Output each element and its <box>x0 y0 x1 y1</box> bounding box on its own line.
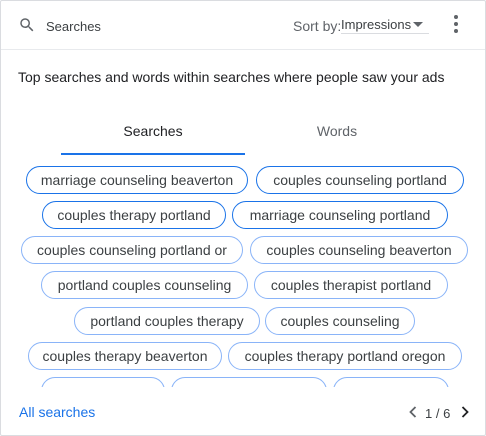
chevron-right-icon[interactable] <box>458 405 472 419</box>
chip[interactable] <box>41 377 165 387</box>
chip[interactable]: couples counseling portland <box>256 166 464 194</box>
chip[interactable]: couples therapy portland <box>42 201 226 229</box>
chip[interactable]: couples therapist portland <box>254 271 448 299</box>
chip[interactable]: portland couples counseling <box>41 271 248 299</box>
searches-card: Searches Sort by: Impressions Top search… <box>0 0 486 436</box>
chip[interactable]: couples therapy portland oregon <box>228 342 462 370</box>
search-chips: marriage counseling beaverton couples co… <box>1 161 485 387</box>
chip[interactable]: marriage counseling beaverton <box>26 166 248 194</box>
chip[interactable]: couples counseling portland or <box>21 236 243 264</box>
tab-words[interactable]: Words <box>245 115 429 155</box>
chip[interactable]: couples counseling <box>265 307 415 335</box>
chip[interactable]: couples therapy beaverton <box>28 342 222 370</box>
sort-by-label: Sort by: <box>293 18 342 34</box>
more-vert-icon[interactable] <box>449 15 463 37</box>
chip[interactable]: couples counseling beaverton <box>250 236 468 264</box>
chip[interactable] <box>333 377 449 387</box>
card-description: Top searches and words within searches w… <box>18 69 445 85</box>
card-header: Searches Sort by: Impressions <box>1 1 485 50</box>
chevron-down-icon <box>413 22 423 27</box>
pagination-label: 1 / 6 <box>425 406 451 421</box>
sort-value: Impressions <box>341 17 412 32</box>
search-label: Searches <box>46 19 101 34</box>
all-searches-link[interactable]: All searches <box>19 404 95 420</box>
chip[interactable]: marriage counseling portland <box>232 201 448 229</box>
tab-searches[interactable]: Searches <box>61 115 245 155</box>
search-icon <box>20 18 34 32</box>
chevron-left-icon[interactable] <box>406 405 420 419</box>
chip[interactable]: portland couples therapy <box>74 307 260 335</box>
chip[interactable] <box>171 377 327 387</box>
active-tab-indicator <box>61 153 245 155</box>
sort-dropdown[interactable]: Impressions <box>341 15 429 34</box>
